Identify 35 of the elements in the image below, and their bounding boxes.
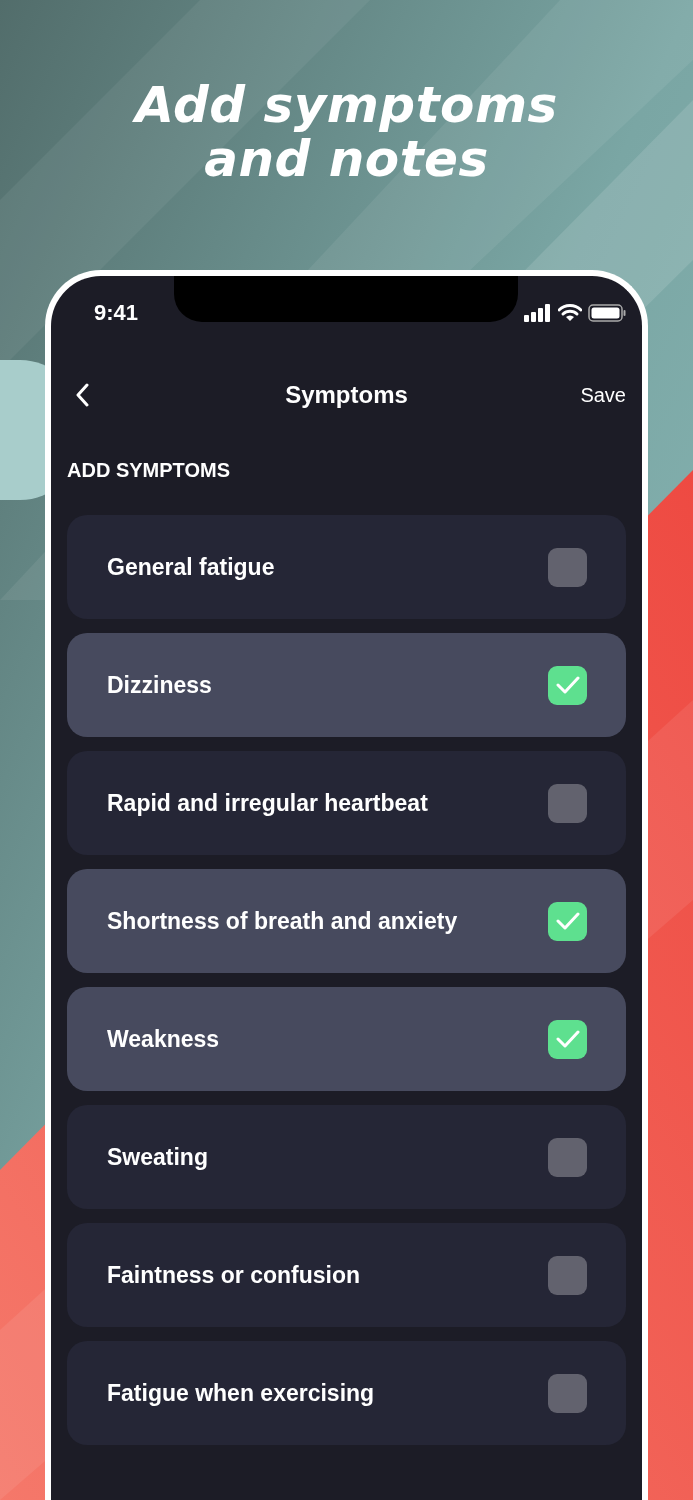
symptom-label: Sweating <box>107 1143 208 1171</box>
symptom-row[interactable]: Shortness of breath and anxiety <box>67 869 626 973</box>
symptom-row[interactable]: Sweating <box>67 1105 626 1209</box>
symptom-row[interactable]: Faintness or confusion <box>67 1223 626 1327</box>
save-button[interactable]: Save <box>580 379 626 411</box>
checkbox[interactable] <box>548 783 587 823</box>
screen-title: Symptoms <box>285 381 408 409</box>
checkbox[interactable] <box>548 1019 587 1059</box>
symptom-row[interactable]: General fatigue <box>67 515 626 619</box>
wifi-icon <box>558 304 582 322</box>
checkbox[interactable] <box>548 1373 587 1413</box>
symptom-label: Fatigue when exercising <box>107 1379 375 1407</box>
check-icon <box>555 676 580 694</box>
symptom-label: Rapid and irregular heartbeat <box>107 789 428 817</box>
checkbox[interactable] <box>548 1255 587 1295</box>
chevron-left-icon <box>75 383 89 407</box>
symptom-label: Shortness of breath and anxiety <box>107 907 458 935</box>
checkbox[interactable] <box>548 547 587 587</box>
checkbox[interactable] <box>548 901 587 941</box>
symptom-label: Faintness or confusion <box>107 1261 361 1289</box>
symptom-row[interactable]: Weakness <box>67 987 626 1091</box>
symptom-row[interactable]: Rapid and irregular heartbeat <box>67 751 626 855</box>
symptom-label: Dizziness <box>107 671 212 699</box>
checkbox[interactable] <box>548 1137 587 1177</box>
battery-icon <box>588 304 626 322</box>
symptom-label: Weakness <box>107 1025 220 1053</box>
check-icon <box>555 912 580 930</box>
checkbox[interactable] <box>548 665 587 705</box>
signal-icon <box>524 304 552 322</box>
symptom-row[interactable]: Dizziness <box>67 633 626 737</box>
section-heading: ADD SYMPTOMS <box>67 457 231 483</box>
symptom-row[interactable]: Fatigue when exercising <box>67 1341 626 1445</box>
symptom-label: General fatigue <box>107 553 275 581</box>
status-time: 9:41 <box>94 300 139 326</box>
check-icon <box>555 1030 580 1048</box>
